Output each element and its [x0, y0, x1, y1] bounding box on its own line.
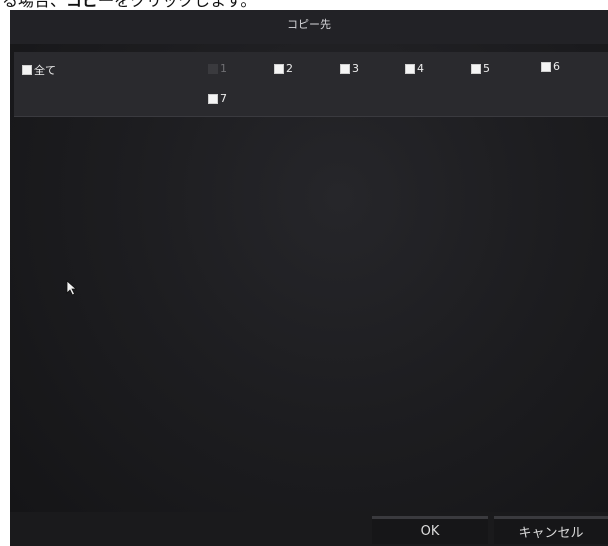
checkbox-box: [208, 63, 218, 74]
caption-prefix: る場合、: [2, 0, 67, 10]
checkbox-box[interactable]: [22, 65, 32, 75]
dvr-screen: コピー先 全て 1 2 3 4 5 6 7 OK キャンセル: [10, 10, 608, 546]
checkbox-box[interactable]: [340, 63, 350, 74]
checkbox-channel-7-label: 7: [220, 92, 227, 105]
checkbox-box[interactable]: [274, 63, 284, 74]
checkbox-channel-2[interactable]: 2: [274, 62, 293, 75]
dialog-title-bar: コピー先: [10, 10, 608, 44]
caption-suffix: をクリックします。: [114, 0, 257, 10]
checkbox-box[interactable]: [208, 93, 218, 104]
checkbox-channel-1: 1: [208, 62, 227, 75]
checkbox-channel-3[interactable]: 3: [340, 62, 359, 75]
checkbox-channel-6[interactable]: 6: [541, 60, 560, 73]
checkbox-channel-6-label: 6: [553, 60, 560, 73]
checkbox-channel-5-label: 5: [483, 62, 490, 75]
mouse-pointer-icon: [66, 280, 78, 296]
checkbox-all-label: 全て: [34, 64, 56, 77]
checkbox-channel-1-label: 1: [220, 62, 227, 75]
page: る場合、コピーをクリックします。 コピー先 全て 1 2 3 4 5 6 7 O…: [0, 0, 608, 546]
checkbox-box[interactable]: [405, 63, 415, 74]
dialog-title: コピー先: [287, 18, 331, 31]
cancel-button[interactable]: キャンセル: [494, 516, 608, 544]
dialog-footer: OK キャンセル: [10, 512, 608, 546]
ok-button[interactable]: OK: [372, 516, 488, 544]
checkbox-channel-3-label: 3: [352, 62, 359, 75]
checkbox-box[interactable]: [471, 63, 481, 74]
checkbox-channel-4[interactable]: 4: [405, 62, 424, 75]
copy-destination-panel: 全て 1 2 3 4 5 6 7: [14, 52, 608, 117]
checkbox-all[interactable]: 全て: [22, 62, 56, 78]
checkbox-box[interactable]: [541, 61, 551, 72]
caption-bold: コピー: [66, 0, 115, 10]
checkbox-channel-4-label: 4: [417, 62, 424, 75]
checkbox-channel-7[interactable]: 7: [208, 92, 227, 105]
checkbox-channel-5[interactable]: 5: [471, 62, 490, 75]
instruction-caption: る場合、コピーをクリックします。: [0, 0, 608, 10]
checkbox-channel-2-label: 2: [286, 62, 293, 75]
